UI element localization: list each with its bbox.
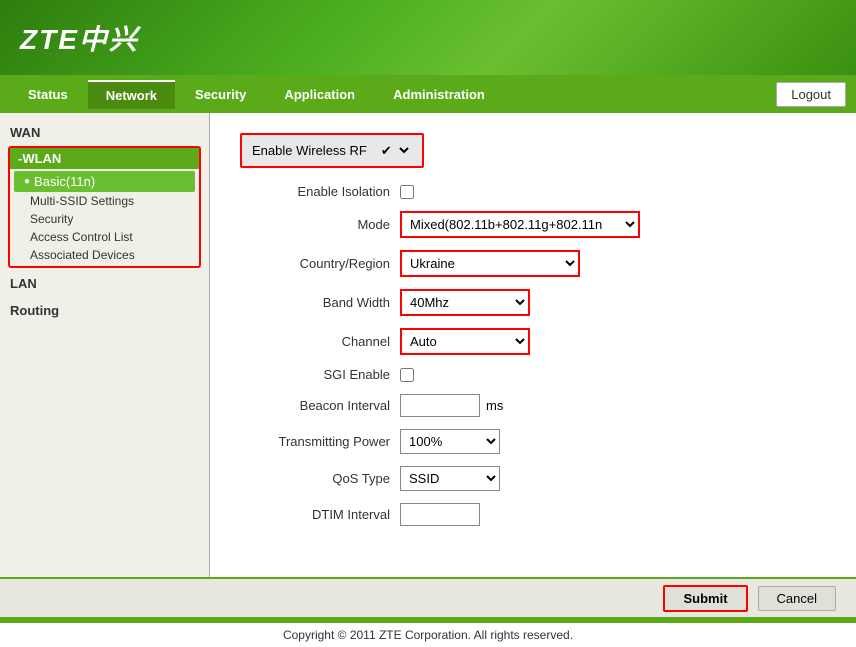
sidebar-item-associated[interactable]: Associated Devices: [14, 246, 195, 264]
sidebar-section-lan: LAN: [0, 272, 209, 295]
bandwidth-label: Band Width: [240, 295, 400, 310]
sidebar-wlan-header[interactable]: -WLAN: [10, 148, 199, 169]
dtim-row: DTIM Interval 1: [240, 503, 826, 526]
enable-wireless-select[interactable]: ✔ ✘: [373, 139, 412, 162]
transmitting-select[interactable]: 100% 75% 50% 25%: [400, 429, 500, 454]
qos-row: QoS Type SSID WMM: [240, 466, 826, 491]
country-label: Country/Region: [240, 256, 400, 271]
tab-application[interactable]: Application: [266, 81, 373, 108]
transmitting-control: 100% 75% 50% 25%: [400, 429, 826, 454]
sgi-control: [400, 368, 826, 382]
qos-label: QoS Type: [240, 471, 400, 486]
sidebar-item-acl[interactable]: Access Control List: [14, 228, 195, 246]
cancel-button[interactable]: Cancel: [758, 586, 836, 611]
sidebar-section-routing: Routing: [0, 299, 209, 322]
tab-network[interactable]: Network: [88, 80, 175, 109]
dtim-label: DTIM Interval: [240, 507, 400, 522]
submit-button[interactable]: Submit: [663, 585, 747, 612]
beacon-control: 100 ms: [400, 394, 826, 417]
sgi-label: SGI Enable: [240, 367, 400, 382]
sidebar-section-wan: WAN: [0, 121, 209, 144]
qos-select[interactable]: SSID WMM: [400, 466, 500, 491]
enable-isolation-label: Enable Isolation: [240, 184, 400, 199]
channel-control: Auto 1234 5678 91011: [400, 328, 826, 355]
bandwidth-control: 40Mhz 20Mhz: [400, 289, 826, 316]
enable-wireless-label: Enable Wireless RF: [252, 143, 367, 158]
country-control: Ukraine USA Germany France: [400, 250, 826, 277]
transmitting-row: Transmitting Power 100% 75% 50% 25%: [240, 429, 826, 454]
channel-row: Channel Auto 1234 5678 91011: [240, 328, 826, 355]
channel-label: Channel: [240, 334, 400, 349]
mode-select[interactable]: Mixed(802.11b+802.11g+802.11n 802.11b on…: [400, 211, 640, 238]
sidebar-item-security[interactable]: Security: [14, 210, 195, 228]
sidebar: WAN -WLAN Basic(11n) Multi-SSID Settings…: [0, 113, 210, 577]
channel-select[interactable]: Auto 1234 5678 91011: [400, 328, 530, 355]
mode-control: Mixed(802.11b+802.11g+802.11n 802.11b on…: [400, 211, 826, 238]
logo: ZTE中兴: [20, 18, 139, 58]
content-area: Enable Wireless RF ✔ ✘ Enable Isolation …: [210, 113, 856, 577]
beacon-row: Beacon Interval 100 ms: [240, 394, 826, 417]
sidebar-wlan-group: -WLAN Basic(11n) Multi-SSID Settings Sec…: [8, 146, 201, 268]
beacon-input[interactable]: 100: [400, 394, 480, 417]
sidebar-item-basic[interactable]: Basic(11n): [14, 171, 195, 192]
sgi-checkbox[interactable]: [400, 368, 414, 382]
tab-security[interactable]: Security: [177, 81, 264, 108]
country-select[interactable]: Ukraine USA Germany France: [400, 250, 580, 277]
bandwidth-row: Band Width 40Mhz 20Mhz: [240, 289, 826, 316]
beacon-unit: ms: [486, 398, 503, 413]
transmitting-label: Transmitting Power: [240, 434, 400, 449]
country-row: Country/Region Ukraine USA Germany Franc…: [240, 250, 826, 277]
enable-isolation-control: [400, 185, 826, 199]
enable-isolation-checkbox[interactable]: [400, 185, 414, 199]
bandwidth-select[interactable]: 40Mhz 20Mhz: [400, 289, 530, 316]
main-layout: WAN -WLAN Basic(11n) Multi-SSID Settings…: [0, 113, 856, 577]
enable-wireless-btn[interactable]: Enable Wireless RF ✔ ✘: [240, 133, 424, 168]
enable-wireless-row: Enable Wireless RF ✔ ✘: [240, 133, 826, 168]
sgi-row: SGI Enable: [240, 367, 826, 382]
dtim-control: 1: [400, 503, 826, 526]
dtim-input[interactable]: 1: [400, 503, 480, 526]
sidebar-item-multissid[interactable]: Multi-SSID Settings: [14, 192, 195, 210]
logout-button[interactable]: Logout: [776, 82, 846, 107]
mode-row: Mode Mixed(802.11b+802.11g+802.11n 802.1…: [240, 211, 826, 238]
enable-isolation-row: Enable Isolation: [240, 184, 826, 199]
qos-control: SSID WMM: [400, 466, 826, 491]
footer-buttons: Submit Cancel: [0, 577, 856, 617]
beacon-label: Beacon Interval: [240, 398, 400, 413]
tab-administration[interactable]: Administration: [375, 81, 503, 108]
copyright: Copyright © 2011 ZTE Corporation. All ri…: [0, 623, 856, 647]
header: ZTE中兴: [0, 0, 856, 75]
tab-status[interactable]: Status: [10, 81, 86, 108]
mode-label: Mode: [240, 217, 400, 232]
navbar: Status Network Security Application Admi…: [0, 75, 856, 113]
